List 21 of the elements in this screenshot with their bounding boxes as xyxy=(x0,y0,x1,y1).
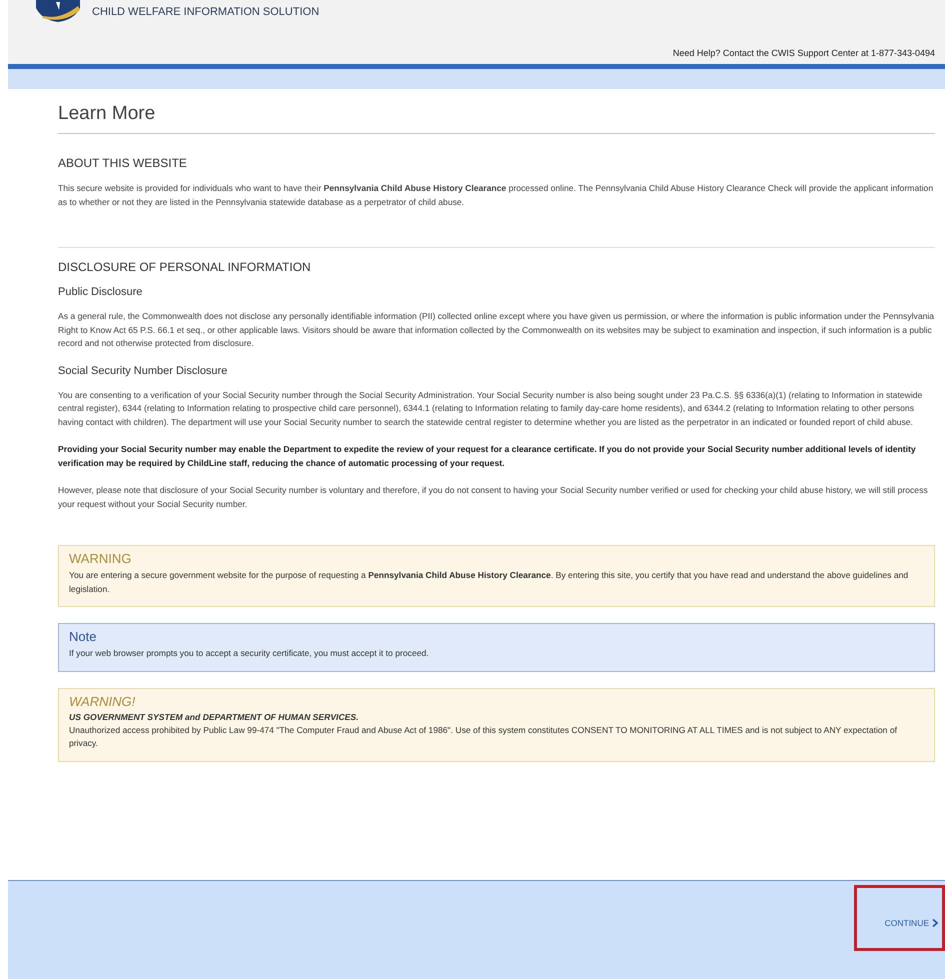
alert-text: You are entering a secure government website for the purpose of requesting a Pennsylvania Child Abuse History Clearance. By entering this site, you certify that you have read and understand the above guidelines and legislation. xyxy=(69,569,910,596)
section-heading: DISCLOSURE OF PERSONAL INFORMATION xyxy=(58,260,312,274)
alert-title: Note xyxy=(69,629,98,644)
alert-text: If your web browser prompts you to accept a security certificate, you must accept it to proceed. xyxy=(69,647,430,660)
body-paragraph: However, please note that disclosure of your Social Security number is voluntary and therefore, if you do not consent to having your Social Security number verified or used for checking your child abuse history, we will still process your request without your Social Security number. xyxy=(58,484,929,511)
support-contact-text: Need Help? Contact the CWIS Support Center at 1-877-343-0494 xyxy=(672,48,935,58)
chevron-right-icon xyxy=(932,919,938,927)
alert-title: WARNING! xyxy=(69,694,136,708)
section-heading: ABOUT THIS WEBSITE xyxy=(58,156,188,170)
page-title: Learn More xyxy=(58,103,935,134)
body-paragraph: You are consenting to a verification of your Social Security number through the Social Security Administration. Your Social Security number is also being sought under 23 Pa.C.S. §§ 6336(a)(1) (relating to Information in statewide central register), 6344 (relating to Information relating to prospective child care personnel), 6344.1 (relating to Information relating to family day-care home residents), and 6344.2 (relating to Information relating to other persons having contact with children). The department will use your Social Security number to search the statewide central register to determine whether you are listed as the perpetrator in an indicated or founded report of child abuse. xyxy=(58,388,924,429)
alert-title: WARNING xyxy=(69,551,132,566)
subsection-heading: Social Security Number Disclosure xyxy=(58,364,228,376)
body-paragraph: Providing your Social Security number may enable the Department to expedite the review of your request for a clearance certificate. If you do not provide your Social Security number additional levels of identity verification may be required by ChildLine staff, reducing the chance of automatic processing of your request. xyxy=(58,443,917,470)
alert-text: Unauthorized access prohibited by Public Law 99-474 "The Computer Fraud and Abuse Act of 1986". Use of this system constitutes CONSENT TO MONITORING AT ALL TIMES and is not subject to ANY expectation of privacy. xyxy=(69,724,898,750)
organization-name: CHILD WELFARE INFORMATION SOLUTION xyxy=(92,6,320,18)
continue-button[interactable]: CONTINUE xyxy=(884,918,938,928)
body-paragraph: This secure website is provided for individuals who want to have their Pennsylvania Child Abuse History Clearance processed online. The Pennsylvania Child Abuse History Clearance Check will provide the applicant information as to whether or not they are listed in the Pennsylvania statewide database as a perpetrator of child abuse. xyxy=(58,182,934,209)
body-paragraph: As a general rule, the Commonwealth does not disclose any personally identifiable information (PII) collected online except where you have given us permission, or where the information is public information under the Pennsylvania Right to Know Act 65 P.S. 66.1 et seq., or other applicable laws. Visitors should be aware that information collected by the Commonwealth on its websites may be subject to examination and inspection, if such information is a public record and not otherwise protected from disclosure. xyxy=(58,310,935,350)
subsection-heading: Public Disclosure xyxy=(58,286,144,298)
alert-subtitle: US GOVERNMENT SYSTEM and DEPARTMENT OF HUMAN SERVICES. xyxy=(69,712,360,722)
